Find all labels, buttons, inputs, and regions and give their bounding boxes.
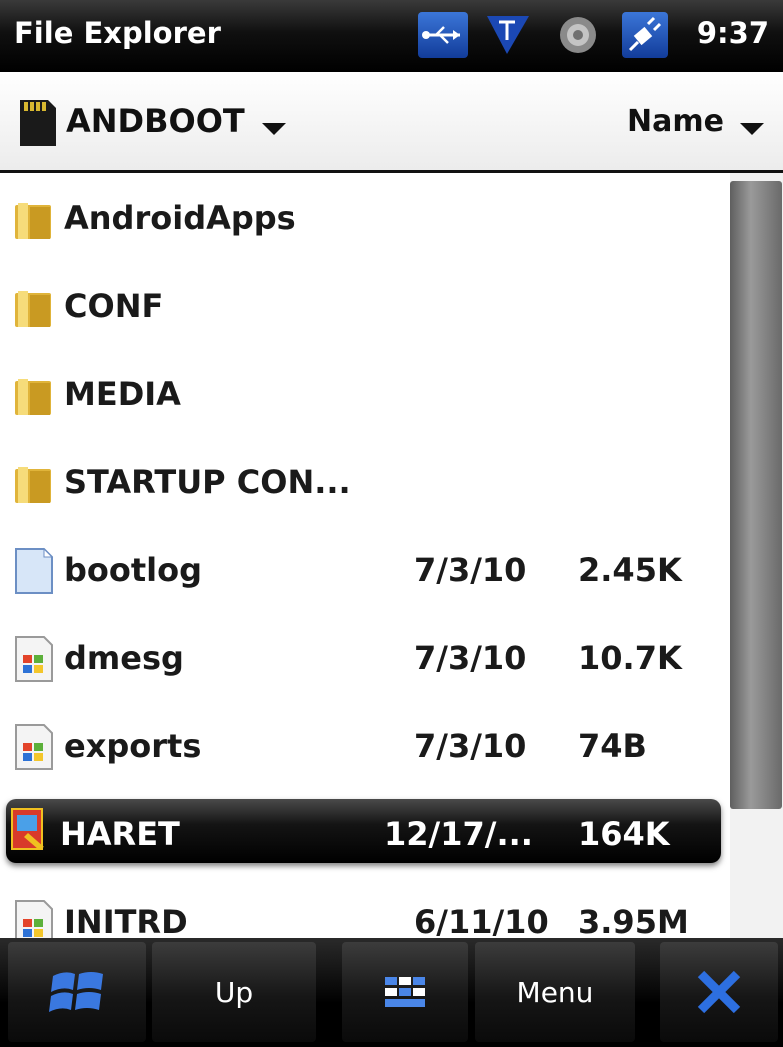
- folder-icon: [15, 467, 51, 503]
- close-icon: [697, 970, 741, 1014]
- list-item[interactable]: STARTUP CON...: [0, 437, 730, 525]
- folder-icon: [15, 291, 51, 327]
- file-name: AndroidApps: [64, 199, 296, 237]
- storage-selector[interactable]: ANDBOOT: [66, 102, 245, 140]
- file-date: 7/3/10: [414, 639, 527, 677]
- list-item[interactable]: bootlog 7/3/10 2.45K: [0, 525, 730, 613]
- keyboard-icon: [385, 977, 425, 1007]
- bottom-toolbar: Up Menu: [0, 938, 783, 1047]
- file-date: 7/3/10: [414, 727, 527, 765]
- file-date: 7/3/10: [414, 551, 527, 589]
- list-item-selected[interactable]: HARET 12/17/... 164K: [6, 799, 721, 863]
- folder-icon: [15, 203, 51, 239]
- list-item[interactable]: CONF: [0, 261, 730, 349]
- file-size: 10.7K: [578, 639, 682, 677]
- file-list: AndroidApps CONF MEDIA STARTUP CON... bo…: [0, 173, 730, 938]
- windows-logo-icon: [49, 972, 103, 1012]
- file-size: 74B: [578, 727, 647, 765]
- file-name: HARET: [60, 815, 180, 853]
- file-size: 3.95M: [578, 903, 689, 938]
- chevron-down-icon[interactable]: [262, 123, 286, 135]
- list-item[interactable]: MEDIA: [0, 349, 730, 437]
- list-item[interactable]: AndroidApps: [0, 173, 730, 261]
- file-name: dmesg: [64, 639, 184, 677]
- file-name: bootlog: [64, 551, 203, 589]
- usb-icon[interactable]: [418, 12, 468, 58]
- file-date: 12/17/...: [384, 815, 533, 853]
- file-name: STARTUP CON...: [64, 463, 351, 501]
- clock[interactable]: 9:37: [697, 16, 769, 50]
- list-item[interactable]: INITRD 6/11/10 3.95M: [0, 877, 730, 938]
- sd-card-icon: [18, 98, 58, 148]
- scroll-thumb[interactable]: [730, 181, 782, 809]
- chevron-down-icon[interactable]: [740, 123, 764, 135]
- sort-selector[interactable]: Name: [627, 104, 724, 139]
- file-name: MEDIA: [64, 375, 181, 413]
- application-icon: [11, 808, 44, 850]
- file-size: 2.45K: [578, 551, 682, 589]
- power-icon[interactable]: [622, 12, 668, 58]
- keyboard-button[interactable]: [342, 942, 468, 1042]
- windows-file-icon: [15, 636, 53, 682]
- app-title: File Explorer: [14, 16, 221, 50]
- folder-icon: [15, 379, 51, 415]
- list-item[interactable]: dmesg 7/3/10 10.7K: [0, 613, 730, 701]
- windows-file-icon: [15, 900, 53, 938]
- file-name: exports: [64, 727, 202, 765]
- text-file-icon: [15, 547, 54, 594]
- file-date: 6/11/10: [414, 903, 549, 938]
- windows-file-icon: [15, 724, 53, 770]
- file-name: CONF: [64, 287, 164, 325]
- list-item[interactable]: exports 7/3/10 74B: [0, 701, 730, 789]
- file-size: 164K: [578, 815, 670, 853]
- volume-icon[interactable]: [555, 12, 601, 58]
- location-header: ANDBOOT Name: [0, 72, 783, 173]
- scrollbar[interactable]: [730, 173, 783, 938]
- start-button[interactable]: [8, 942, 146, 1042]
- menu-button[interactable]: Menu: [475, 942, 635, 1042]
- up-button[interactable]: Up: [152, 942, 316, 1042]
- status-bar: File Explorer 9:37: [0, 0, 783, 72]
- file-name: INITRD: [64, 903, 188, 938]
- close-button[interactable]: [660, 942, 778, 1042]
- signal-icon[interactable]: [485, 12, 531, 58]
